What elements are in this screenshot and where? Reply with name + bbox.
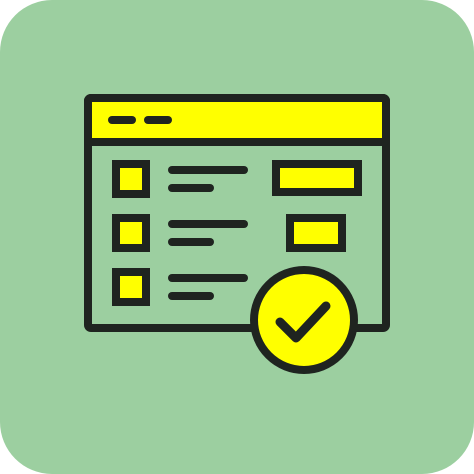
checkbox-icon [112,214,150,252]
app-icon-tile [0,0,474,474]
row-field-wide [272,160,362,196]
approval-badge [250,266,358,374]
checklist-window-approved-icon [0,0,474,474]
checkbox-icon [112,160,150,198]
checkbox-icon [112,268,150,306]
row-field-narrow [286,214,346,252]
badge-circle [250,266,358,374]
